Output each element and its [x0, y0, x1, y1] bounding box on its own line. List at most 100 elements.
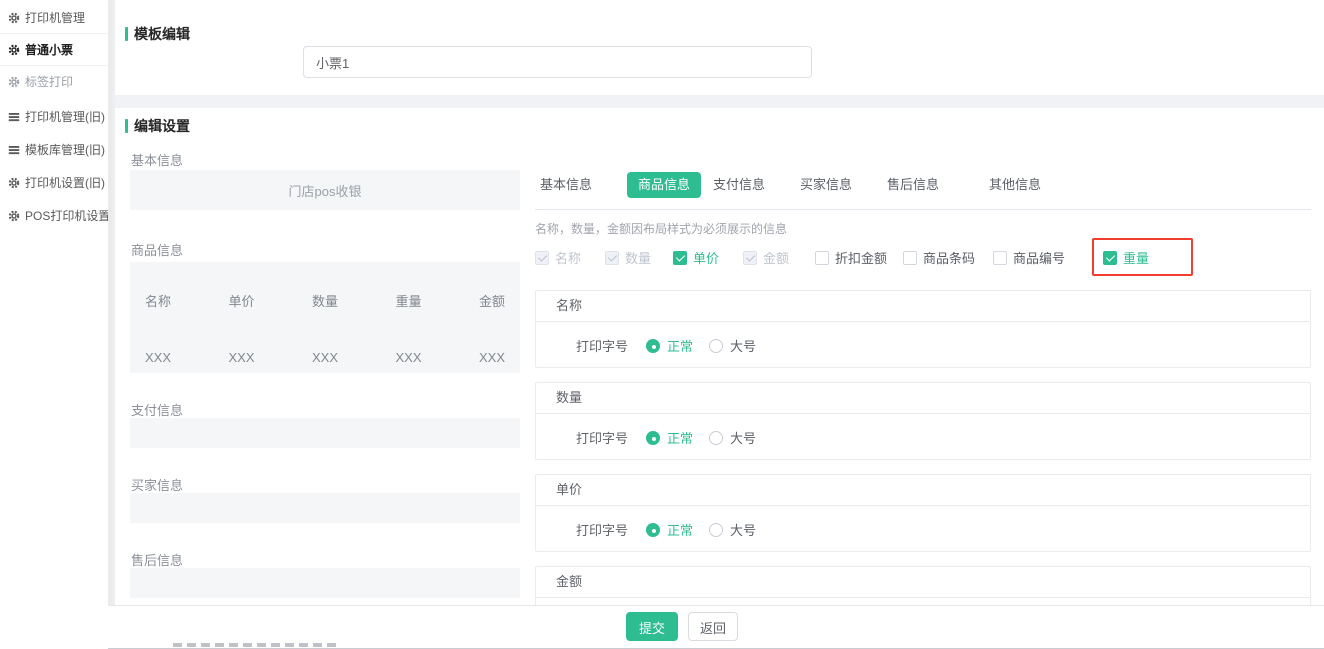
- preview-cell: XXX: [392, 350, 426, 365]
- field-panel-name: 名称 打印字号 正常 大号: [535, 290, 1311, 368]
- preview-store-pos-text: 门店pos收银: [130, 170, 520, 210]
- preview-col-header: 数量: [308, 291, 342, 310]
- checkbox-goods-number[interactable]: 商品编号: [993, 248, 1065, 267]
- submit-button[interactable]: 提交: [626, 612, 678, 641]
- gear-icon: [8, 44, 20, 56]
- section-title-edit-settings: 编辑设置: [134, 117, 190, 135]
- sidebar: 打印机管理 普通小票 标签打印 打印机管理(旧) 模板库管理(旧) 打印机设置(…: [0, 0, 109, 649]
- list-icon: [8, 144, 20, 156]
- checkbox-amount: 金额: [743, 248, 789, 267]
- tab-buyer-info[interactable]: 买家信息: [800, 172, 852, 198]
- edit-settings-card: 编辑设置 基本信息 门店pos收银 商品信息 名称 单价 数量 重量 金额 XX…: [115, 108, 1324, 605]
- checkbox-goods-barcode[interactable]: 商品条码: [903, 248, 975, 267]
- panel-title: 名称: [536, 291, 1310, 322]
- preview-aftersale-info-box: [130, 568, 520, 598]
- tab-divider: [535, 209, 1311, 210]
- radio-large[interactable]: 大号: [709, 520, 756, 539]
- back-button[interactable]: 返回: [688, 612, 738, 641]
- goods-field-checkbox-row: 名称 数量 单价 金额 折扣金额 商品条码: [535, 248, 1315, 264]
- print-size-label: 打印字号: [576, 520, 628, 539]
- preview-payment-info-box: [130, 418, 520, 448]
- radio-large[interactable]: 大号: [709, 428, 756, 447]
- tab-goods-info[interactable]: 商品信息: [627, 172, 701, 198]
- radio-unselected-icon: [709, 339, 723, 353]
- section-title-template-edit: 模板编辑: [134, 25, 190, 43]
- sidebar-item-label: 打印机管理(旧): [25, 108, 105, 125]
- preview-basic-info-label: 基本信息: [131, 150, 183, 169]
- sidebar-item-label: 普通小票: [25, 41, 73, 58]
- sidebar-item-pos-printer-settings[interactable]: POS打印机设置: [0, 199, 108, 232]
- checkbox-discount-amount[interactable]: 折扣金额: [815, 248, 887, 267]
- sidebar-item-printer-settings-old[interactable]: 打印机设置(旧): [0, 166, 108, 199]
- sidebar-item-label: 打印机管理: [25, 9, 85, 26]
- clipped-scrolled-content: [173, 643, 338, 647]
- required-fields-note: 名称，数量，金额因布局样式为必须展示的信息: [535, 220, 787, 237]
- tab-basic-info[interactable]: 基本信息: [540, 172, 592, 198]
- preview-col-header: 名称: [141, 291, 175, 310]
- checkbox-unchecked-icon: [903, 251, 917, 265]
- sidebar-item-label-print[interactable]: 标签打印: [0, 66, 108, 97]
- radio-normal[interactable]: 正常: [646, 336, 693, 355]
- preview-cell: XXX: [475, 350, 509, 365]
- template-name-input[interactable]: [303, 46, 812, 78]
- gear-icon: [8, 76, 20, 88]
- sidebar-item-printer-management[interactable]: 打印机管理: [0, 2, 108, 34]
- preview-aftersale-info-label: 售后信息: [131, 550, 183, 569]
- panel-title: 金额: [536, 567, 1310, 598]
- radio-large[interactable]: 大号: [709, 336, 756, 355]
- field-panel-amount: 金额 打印字号 正常 大号: [535, 566, 1311, 605]
- preview-cell: XXX: [308, 350, 342, 365]
- template-edit-card: 模板编辑 *模板名称: [115, 0, 1324, 95]
- checkbox-quantity: 数量: [605, 248, 651, 267]
- print-size-row: 打印字号 正常 大号: [536, 414, 1310, 461]
- tab-other-info[interactable]: 其他信息: [989, 172, 1041, 198]
- checkbox-checked-disabled-icon: [535, 251, 549, 265]
- tab-payment-info[interactable]: 支付信息: [713, 172, 765, 198]
- preview-goods-info-label: 商品信息: [131, 240, 183, 259]
- print-size-row: 打印字号 正常 大号: [536, 598, 1310, 605]
- radio-selected-icon: [646, 339, 660, 353]
- preview-basic-info-box: 门店pos收银: [130, 170, 520, 210]
- checkbox-checked-disabled-icon: [605, 251, 619, 265]
- panel-title: 单价: [536, 475, 1310, 506]
- field-panel-quantity: 数量 打印字号 正常 大号: [535, 382, 1311, 460]
- print-size-label: 打印字号: [576, 336, 628, 355]
- preview-cell: XXX: [141, 350, 175, 365]
- gear-icon: [8, 12, 20, 24]
- radio-normal[interactable]: 正常: [646, 520, 693, 539]
- preview-buyer-info-label: 买家信息: [131, 475, 183, 494]
- preview-buyer-info-box: [130, 493, 520, 523]
- section-accent-bar: [125, 27, 128, 41]
- checkbox-checked-icon: [1103, 251, 1117, 265]
- print-size-label: 打印字号: [576, 428, 628, 447]
- preview-col-header: 金额: [475, 291, 509, 310]
- sidebar-item-label: 模板库管理(旧): [25, 141, 105, 158]
- footer-buttons: 提交 返回: [626, 612, 738, 641]
- checkbox-name: 名称: [535, 248, 581, 267]
- sidebar-item-normal-receipt[interactable]: 普通小票: [0, 34, 108, 66]
- sidebar-item-label: 标签打印: [25, 73, 73, 90]
- print-size-row: 打印字号 正常 大号: [536, 322, 1310, 369]
- preview-cell: XXX: [225, 350, 259, 365]
- sidebar-content-gutter: [108, 0, 115, 649]
- radio-selected-icon: [646, 523, 660, 537]
- list-icon: [8, 111, 20, 123]
- printer-template-page: 打印机管理 普通小票 标签打印 打印机管理(旧) 模板库管理(旧) 打印机设置(…: [0, 0, 1324, 649]
- panel-title: 数量: [536, 383, 1310, 414]
- sidebar-item-label: 打印机设置(旧): [25, 174, 105, 191]
- tab-aftersale-info[interactable]: 售后信息: [887, 172, 939, 198]
- checkbox-weight[interactable]: 重量: [1103, 248, 1149, 267]
- section-accent-bar: [125, 119, 128, 133]
- radio-unselected-icon: [709, 523, 723, 537]
- action-footer: 提交 返回: [108, 605, 1324, 649]
- print-size-row: 打印字号 正常 大号: [536, 506, 1310, 553]
- sidebar-item-template-library-old[interactable]: 模板库管理(旧): [0, 133, 108, 166]
- sidebar-item-label: POS打印机设置: [25, 207, 108, 224]
- radio-unselected-icon: [709, 431, 723, 445]
- sidebar-item-printer-management-old[interactable]: 打印机管理(旧): [0, 100, 108, 133]
- checkbox-unit-price[interactable]: 单价: [673, 248, 719, 267]
- preview-table-value-row: XXX XXX XXX XXX XXX: [130, 350, 520, 365]
- checkbox-unchecked-icon: [815, 251, 829, 265]
- preview-goods-info-box: 名称 单价 数量 重量 金额 XXX XXX XXX XXX XXX: [130, 262, 520, 373]
- radio-normal[interactable]: 正常: [646, 428, 693, 447]
